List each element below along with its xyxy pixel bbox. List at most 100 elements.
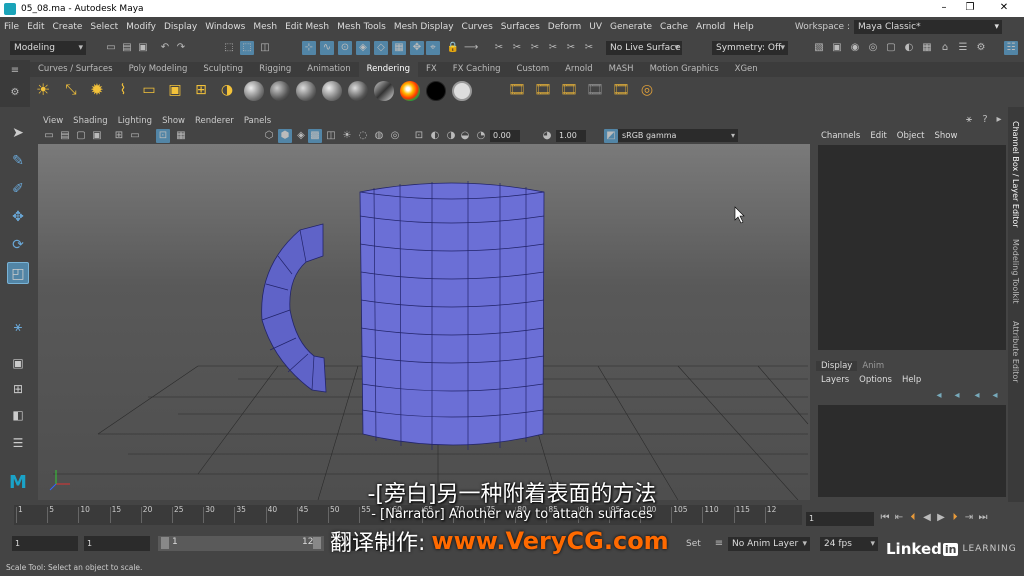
gamma-field[interactable]: 1.00: [556, 130, 586, 142]
shelf-tab-sculpting[interactable]: Sculpting: [195, 62, 251, 77]
menu-windows[interactable]: Windows: [201, 22, 249, 32]
maximize-button[interactable]: ❐: [956, 0, 984, 17]
textured-icon[interactable]: ▩: [308, 129, 322, 143]
layer-tab-anim[interactable]: Anim: [857, 361, 889, 371]
symmetry-dropdown[interactable]: Symmetry: Off: [712, 41, 788, 55]
move-tool-icon[interactable]: ✥: [7, 206, 29, 228]
view-transform-dropdown[interactable]: sRGB gamma: [618, 129, 738, 142]
minimize-button[interactable]: –: [930, 0, 958, 17]
shelf-tab-xgen[interactable]: XGen: [727, 62, 766, 77]
lambert-icon[interactable]: [296, 81, 316, 101]
four-view-layout-icon[interactable]: ⊞: [7, 378, 29, 400]
show-menu[interactable]: Show: [929, 131, 962, 141]
ipr-icon[interactable]: ◐: [902, 41, 916, 55]
snap-point-icon[interactable]: ⊙: [338, 41, 352, 55]
use-all-lights-icon[interactable]: ◫: [324, 129, 338, 143]
menu-generate[interactable]: Generate: [606, 22, 656, 32]
channel-box-icon[interactable]: ☷: [1004, 41, 1018, 55]
range-slider-handle-start[interactable]: [161, 537, 169, 549]
ipr-render-icon[interactable]: ✂: [510, 41, 524, 55]
select-hierarchy-icon[interactable]: ⬚: [222, 41, 236, 55]
save-scene-icon[interactable]: ▣: [136, 41, 150, 55]
shelf-tab-fx-caching[interactable]: FX Caching: [445, 62, 509, 77]
shelf-tab-fx[interactable]: FX: [418, 62, 445, 77]
viewport-canvas[interactable]: [38, 144, 810, 501]
directional-light-icon[interactable]: ⤡: [64, 83, 78, 97]
shelf-tab-rendering[interactable]: Rendering: [358, 62, 419, 77]
menu-edit-mesh[interactable]: Edit Mesh: [281, 22, 333, 32]
panel-menu-panels[interactable]: Panels: [239, 116, 276, 126]
wireframe-on-shaded-icon[interactable]: ⊡: [156, 129, 170, 143]
open-scene-icon[interactable]: ▤: [120, 41, 134, 55]
xray-components-icon[interactable]: ◒: [458, 129, 472, 143]
move-layer-down-icon[interactable]: ◂: [950, 389, 964, 403]
wireframe-icon[interactable]: ⬡: [262, 129, 276, 143]
batch-render-shelf-icon[interactable]: 🎞: [612, 83, 630, 97]
render-icon[interactable]: ✂: [492, 41, 506, 55]
live-surface-field[interactable]: No Live Surface: [606, 41, 682, 55]
render-region-icon[interactable]: ▧: [812, 41, 826, 55]
anim-layer-icon[interactable]: ≡: [712, 537, 726, 551]
motion-blur-icon[interactable]: ◍: [372, 129, 386, 143]
blinn-icon[interactable]: [270, 81, 290, 101]
persp-outliner-layout-icon[interactable]: ◧: [7, 404, 29, 426]
menu-display[interactable]: Display: [160, 22, 201, 32]
layer-help-menu[interactable]: Help: [897, 375, 926, 385]
undo-icon[interactable]: ↶: [158, 41, 172, 55]
history-icon[interactable]: ⌖: [426, 41, 440, 55]
shelf-tab-poly-modeling[interactable]: Poly Modeling: [121, 62, 196, 77]
xray-icon[interactable]: ◐: [428, 129, 442, 143]
workspace-dropdown[interactable]: Maya Classic*: [854, 19, 1002, 34]
isolate-select-icon[interactable]: ⊡: [412, 129, 426, 143]
scale-tool-icon[interactable]: ◰: [7, 262, 29, 284]
lasso-tool-icon[interactable]: ✎: [7, 150, 29, 172]
shelf-tab-curves-surfaces[interactable]: Curves / Surfaces: [30, 62, 121, 77]
menu-file[interactable]: File: [0, 22, 23, 32]
menu-mesh[interactable]: Mesh: [249, 22, 281, 32]
gate-mask-icon[interactable]: ▦: [174, 129, 188, 143]
light-editor-icon[interactable]: ✂: [582, 41, 596, 55]
shelf-tab-custom[interactable]: Custom: [509, 62, 558, 77]
shelf-tab-animation[interactable]: Animation: [299, 62, 358, 77]
select-component-icon[interactable]: ◫: [258, 41, 272, 55]
panel-menu-show[interactable]: Show: [157, 116, 190, 126]
anim-layer-dropdown[interactable]: No Anim Layer: [728, 537, 810, 551]
menu-set-dropdown[interactable]: Modeling: [10, 41, 86, 55]
snapshot-icon[interactable]: ◎: [866, 41, 880, 55]
use-background-icon[interactable]: [452, 81, 472, 101]
camera-icon[interactable]: ◉: [848, 41, 862, 55]
render-view-icon[interactable]: ✂: [564, 41, 578, 55]
hypershade-icon[interactable]: ✂: [546, 41, 560, 55]
xray-joints-icon[interactable]: ◑: [444, 129, 458, 143]
help-icon[interactable]: ?: [978, 113, 992, 127]
gamma-icon[interactable]: ◕: [540, 129, 554, 143]
menu-modify[interactable]: Modify: [122, 22, 160, 32]
panel-menu-lighting[interactable]: Lighting: [113, 116, 157, 126]
snap-view-plane-icon[interactable]: ◇: [374, 41, 388, 55]
menu-mesh-tools[interactable]: Mesh Tools: [333, 22, 390, 32]
anti-aliasing-icon[interactable]: ◎: [388, 129, 402, 143]
edit-menu[interactable]: Edit: [865, 131, 891, 141]
ramp-shader-icon[interactable]: [400, 81, 420, 101]
object-menu[interactable]: Object: [892, 131, 930, 141]
panel-menu-renderer[interactable]: Renderer: [190, 116, 239, 126]
select-tool-icon[interactable]: ➤: [7, 122, 29, 144]
range-slider[interactable]: 1 120: [158, 536, 324, 551]
layers-menu[interactable]: Layers: [816, 375, 854, 385]
menu-surfaces[interactable]: Surfaces: [497, 22, 544, 32]
grid-toggle-icon[interactable]: ⊞: [112, 129, 126, 143]
lock-icon[interactable]: 🔒: [446, 41, 460, 55]
shelf-tab-rigging[interactable]: Rigging: [251, 62, 299, 77]
point-light-icon[interactable]: ✹: [90, 82, 104, 98]
close-button[interactable]: ✕: [990, 0, 1018, 17]
menu-deform[interactable]: Deform: [544, 22, 585, 32]
make-live-icon[interactable]: ▦: [392, 41, 406, 55]
side-tab-attribute-editor[interactable]: Attribute Editor: [1011, 321, 1020, 383]
new-scene-icon[interactable]: ▭: [104, 41, 118, 55]
menu-cache[interactable]: Cache: [656, 22, 692, 32]
render-current-icon[interactable]: 🎞: [508, 83, 526, 97]
scene-start-field[interactable]: 1: [12, 536, 78, 551]
shelf-menu-icon[interactable]: ≡: [8, 64, 22, 78]
paint-select-tool-icon[interactable]: ✐: [7, 178, 29, 200]
menu-curves[interactable]: Curves: [458, 22, 497, 32]
